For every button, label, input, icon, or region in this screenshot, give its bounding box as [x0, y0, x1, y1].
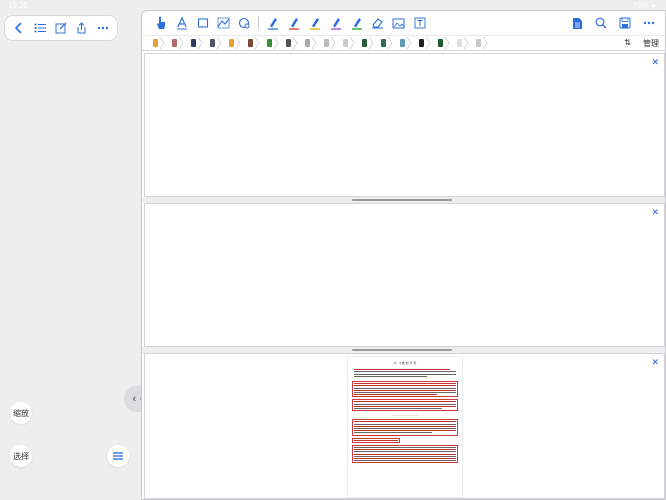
text-box-icon[interactable]: [409, 13, 430, 33]
highlighted-paragraph: [352, 399, 458, 412]
toolbar-separator: [258, 16, 259, 30]
annotation-toolbar: [142, 11, 665, 35]
document-pane-3: ✕ 11 · 5 章 的 节 页 — — — — — — —: [144, 353, 665, 499]
highlighted-paragraph: [352, 419, 458, 436]
document-tabs-bar: ⇅ 管理: [142, 35, 665, 51]
document-tab[interactable]: [317, 36, 336, 50]
hamburger-icon: [113, 452, 123, 460]
document-thumbnail-icon: [248, 39, 253, 47]
section-heading: — — — — — — —: [391, 413, 418, 418]
hand-pointer-icon[interactable]: [150, 13, 171, 33]
manage-button[interactable]: 管理: [643, 38, 659, 49]
toolbar-right-group: [565, 13, 661, 33]
document-thumbnail-icon: [457, 39, 462, 47]
image-icon[interactable]: [388, 13, 409, 33]
document-tab[interactable]: [279, 36, 298, 50]
status-battery: 79% ●: [632, 1, 656, 10]
close-icon[interactable]: ✕: [651, 207, 659, 218]
document-page[interactable]: 11 · 5 章 的 节 页 — — — — — — —: [348, 357, 462, 497]
document-icon[interactable]: [565, 13, 589, 33]
document-tab[interactable]: [355, 36, 374, 50]
status-time: 19:25: [8, 1, 29, 10]
zoom-label: 缩放: [13, 408, 29, 418]
select-button[interactable]: 选择: [10, 445, 32, 467]
eraser-icon[interactable]: [367, 13, 388, 33]
pen-red-icon[interactable]: [283, 13, 304, 33]
document-thumbnail-icon: [229, 39, 234, 47]
document-thumbnail-icon: [267, 39, 272, 47]
edit-icon[interactable]: [52, 19, 70, 37]
list-icon[interactable]: [31, 19, 49, 37]
page-header: 11 · 5 章 的 节 页: [393, 361, 417, 365]
document-tab[interactable]: [412, 36, 431, 50]
document-thumbnail-icon: [305, 39, 310, 47]
document-thumbnail-icon: [153, 39, 158, 47]
more-options-icon[interactable]: [637, 13, 661, 33]
document-tab[interactable]: [469, 36, 488, 50]
document-thumbnail-icon: [191, 39, 196, 47]
document-thumbnail-icon: [343, 39, 348, 47]
search-icon[interactable]: [589, 13, 613, 33]
save-icon[interactable]: [613, 13, 637, 33]
document-tab[interactable]: [450, 36, 469, 50]
document-thumbnail-icon: [362, 39, 367, 47]
sort-icon[interactable]: ⇅: [624, 38, 631, 47]
document-thumbnail-icon: [210, 39, 215, 47]
share-icon[interactable]: [73, 19, 91, 37]
document-tab[interactable]: [222, 36, 241, 50]
document-tab[interactable]: [260, 36, 279, 50]
highlighted-paragraph: [352, 380, 458, 398]
nav-toolbar: [5, 16, 117, 40]
highlighter-green-icon[interactable]: [346, 13, 367, 33]
divider-grip[interactable]: [352, 199, 452, 201]
rectangle-tool-icon[interactable]: [192, 13, 213, 33]
document-thumbnail-icon: [286, 39, 291, 47]
document-tab[interactable]: [165, 36, 184, 50]
document-thumbnail-icon: [172, 39, 177, 47]
highlighted-paragraph: [352, 437, 400, 443]
document-tab[interactable]: [203, 36, 222, 50]
pen-blue-icon[interactable]: [262, 13, 283, 33]
document-tab-list: [146, 36, 488, 50]
close-icon[interactable]: ✕: [651, 57, 659, 68]
lasso-icon[interactable]: [234, 13, 255, 33]
document-tab[interactable]: [431, 36, 450, 50]
document-pane-2: ✕: [144, 203, 665, 347]
document-tab[interactable]: [146, 36, 165, 50]
menu-button[interactable]: [107, 445, 129, 467]
main-panel: ⇅ 管理 ✕ ✕ ✕ 11 · 5 章 的 节 页 — — — — — — —: [141, 10, 666, 500]
divider-grip[interactable]: [352, 349, 452, 351]
document-tab[interactable]: [184, 36, 203, 50]
back-icon[interactable]: [10, 19, 28, 37]
document-tab[interactable]: [393, 36, 412, 50]
document-thumbnail-icon: [438, 39, 443, 47]
text-tool-icon[interactable]: [171, 13, 192, 33]
document-tab[interactable]: [298, 36, 317, 50]
document-tab[interactable]: [374, 36, 393, 50]
document-thumbnail-icon: [324, 39, 329, 47]
paragraph: [352, 367, 458, 379]
select-label: 选择: [13, 451, 29, 461]
shape-tool-icon[interactable]: [213, 13, 234, 33]
document-thumbnail-icon: [400, 39, 405, 47]
tab-separator: [482, 37, 488, 49]
document-thumbnail-icon: [419, 39, 424, 47]
document-thumbnail-icon: [381, 39, 386, 47]
close-icon[interactable]: ✕: [651, 357, 659, 368]
highlighted-paragraph: [352, 444, 458, 464]
document-thumbnail-icon: [476, 39, 481, 47]
document-tab[interactable]: [336, 36, 355, 50]
highlighter-purple-icon[interactable]: [325, 13, 346, 33]
document-pane-1: ✕: [144, 53, 665, 197]
highlighter-yellow-icon[interactable]: [304, 13, 325, 33]
zoom-button[interactable]: 缩放: [10, 402, 32, 424]
document-tab[interactable]: [241, 36, 260, 50]
more-icon[interactable]: [94, 19, 112, 37]
